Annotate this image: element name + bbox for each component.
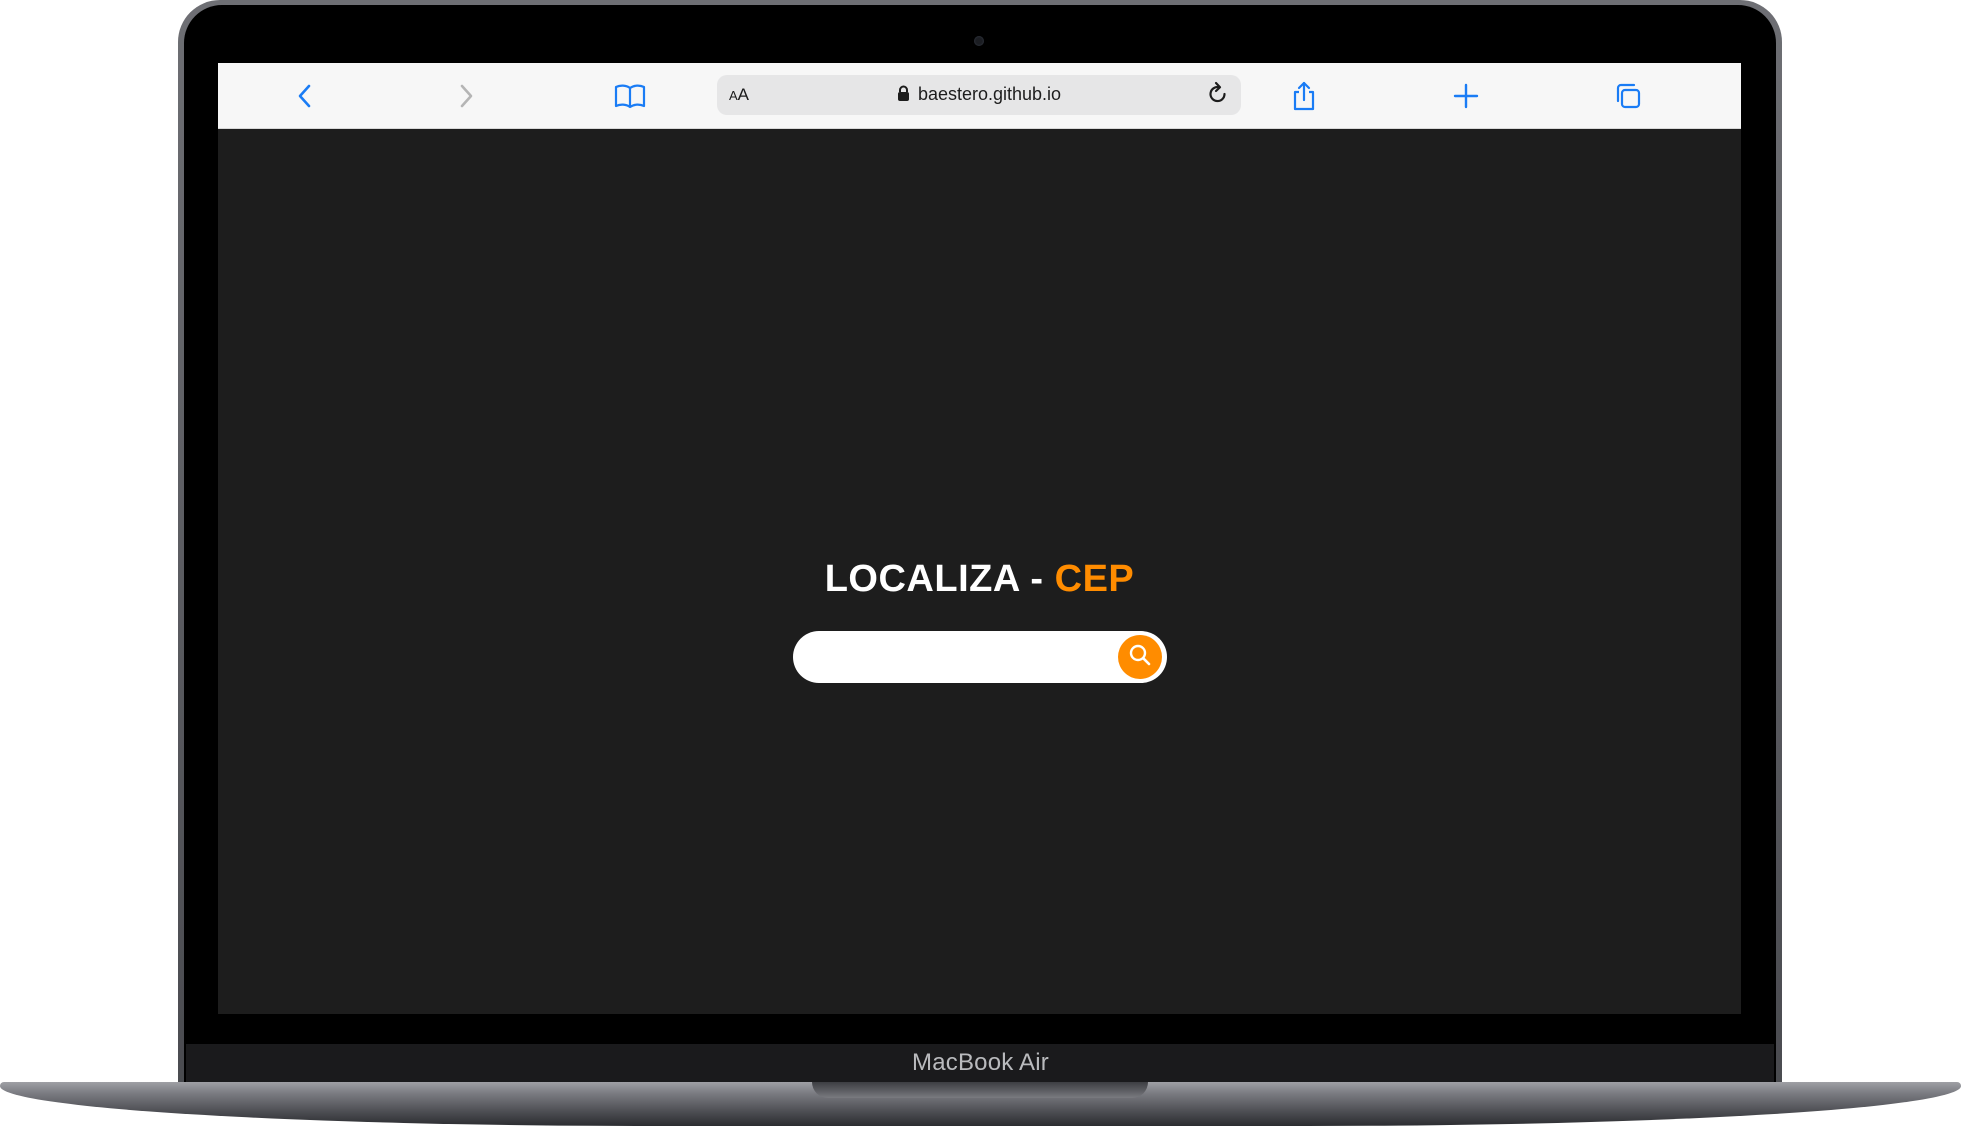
page-content: LOCALIZA - CEP	[218, 129, 1741, 1014]
address-bar[interactable]: AA baestero.github.io	[717, 75, 1241, 115]
plus-icon	[1453, 83, 1479, 109]
cep-search-input[interactable]	[813, 639, 1097, 677]
camera-icon	[974, 36, 984, 46]
reload-icon	[1207, 81, 1229, 110]
page-title: LOCALIZA - CEP	[218, 558, 1741, 601]
browser-toolbar: AA baestero.github.io	[218, 63, 1741, 129]
forward-button[interactable]	[449, 79, 483, 113]
chevron-left-icon	[297, 83, 313, 109]
share-icon	[1291, 80, 1317, 112]
url-display[interactable]: baestero.github.io	[717, 84, 1241, 107]
search-form	[793, 631, 1167, 683]
laptop-mockup: AA baestero.github.io LOCALIZA - CEP Mac…	[0, 0, 1961, 1126]
tabs-overview-button[interactable]	[1611, 79, 1645, 113]
back-button[interactable]	[288, 79, 322, 113]
url-text: baestero.github.io	[917, 84, 1062, 104]
browser-window: AA baestero.github.io LOCALIZA - CEP	[218, 63, 1741, 1014]
share-button[interactable]	[1287, 79, 1321, 113]
tabs-icon	[1614, 82, 1642, 110]
book-icon	[614, 83, 646, 109]
title-main: LOCALIZA -	[824, 558, 1055, 600]
laptop-hinge-notch	[812, 1082, 1148, 1098]
title-accent: CEP	[1054, 558, 1135, 600]
device-label: MacBook Air	[912, 1049, 1049, 1076]
search-button[interactable]	[1118, 635, 1162, 679]
search-icon	[1128, 643, 1152, 672]
lock-icon	[897, 85, 910, 107]
new-tab-button[interactable]	[1449, 79, 1483, 113]
chevron-right-icon	[458, 83, 474, 109]
bookmarks-button[interactable]	[613, 79, 647, 113]
reload-button[interactable]	[1205, 81, 1231, 110]
